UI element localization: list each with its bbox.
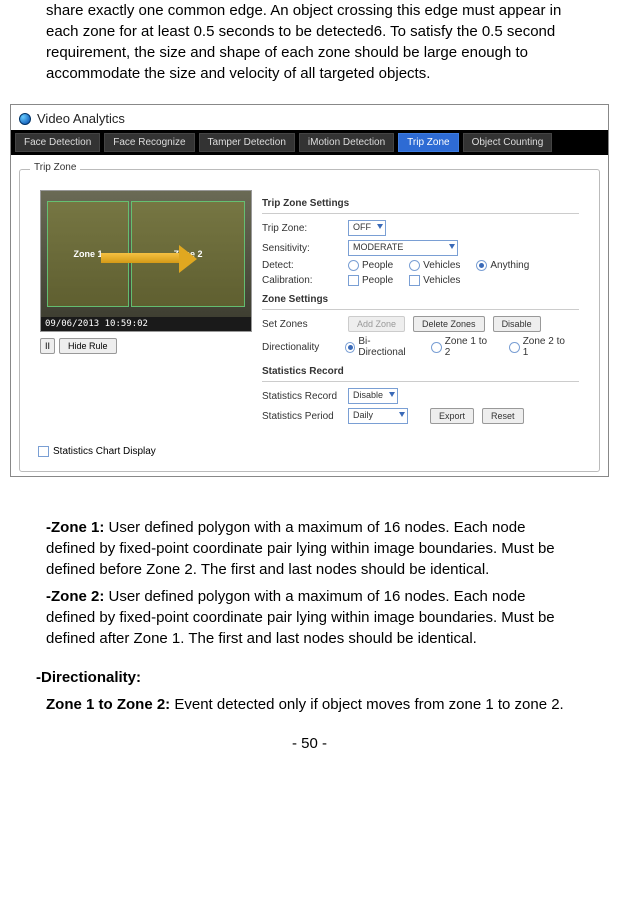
- tab-imotion-detection[interactable]: iMotion Detection: [299, 133, 394, 152]
- stats-period-select[interactable]: Daily: [348, 408, 408, 424]
- tab-face-detection[interactable]: Face Detection: [15, 133, 100, 152]
- direction-arrowhead: [179, 245, 197, 273]
- zone1-heading: -Zone 1:: [46, 519, 109, 536]
- video-timestamp: 09/06/2013 10:59:02: [41, 317, 251, 331]
- detect-people-text: People: [362, 260, 393, 271]
- cal-people-text: People: [362, 275, 393, 286]
- zone-settings-title: Zone Settings: [262, 294, 579, 305]
- checkbox-icon: [38, 446, 49, 457]
- intro-paragraph: share exactly one common edge. An object…: [10, 0, 609, 84]
- stats-chart-display-text: Statistics Chart Display: [53, 446, 156, 457]
- panel-icon: [19, 113, 31, 125]
- reset-button[interactable]: Reset: [482, 408, 524, 424]
- detect-people-radio[interactable]: People: [348, 260, 393, 271]
- pause-button[interactable]: II: [40, 338, 55, 354]
- dir-21-radio[interactable]: Zone 2 to 1: [509, 336, 571, 358]
- tab-object-counting[interactable]: Object Counting: [463, 133, 553, 152]
- dir-bi-text: Bi-Directional: [358, 336, 415, 358]
- fieldset-legend: Trip Zone: [30, 162, 80, 173]
- detect-vehicles-radio[interactable]: Vehicles: [409, 260, 460, 271]
- sensitivity-label: Sensitivity:: [262, 243, 340, 254]
- export-button[interactable]: Export: [430, 408, 474, 424]
- page-number: - 50 -: [10, 735, 609, 752]
- trip-zone-fieldset: Trip Zone Zone 1 Zone 2 09/06/2013 10:59…: [19, 169, 600, 472]
- tab-trip-zone[interactable]: Trip Zone: [398, 133, 458, 152]
- detect-label: Detect:: [262, 260, 340, 271]
- tab-bar: Face Detection Face Recognize Tamper Det…: [11, 130, 608, 155]
- set-zones-label: Set Zones: [262, 319, 340, 330]
- delete-zones-button[interactable]: Delete Zones: [413, 316, 485, 332]
- stats-chart-display-check[interactable]: Statistics Chart Display: [38, 446, 589, 457]
- detect-anything-text: Anything: [490, 260, 529, 271]
- cal-vehicles-text: Vehicles: [423, 275, 460, 286]
- stats-record-title: Statistics Record: [262, 366, 579, 377]
- tab-tamper-detection[interactable]: Tamper Detection: [199, 133, 295, 152]
- checkbox-icon: [348, 275, 359, 286]
- radio-icon: [476, 260, 487, 271]
- dir-21-text: Zone 2 to 1: [523, 336, 571, 358]
- stats-record-select[interactable]: Disable: [348, 388, 398, 404]
- cal-people-check[interactable]: People: [348, 275, 393, 286]
- dir-12-text: Zone 1 to 2: [445, 336, 493, 358]
- checkbox-icon: [409, 275, 420, 286]
- description-block: -Zone 1: User defined polygon with a max…: [10, 517, 609, 715]
- directionality-label: Directionality: [262, 342, 337, 353]
- zone2-text: User defined polygon with a maximum of 1…: [46, 588, 555, 647]
- detect-vehicles-text: Vehicles: [423, 260, 460, 271]
- zone2-heading: -Zone 2:: [46, 588, 109, 605]
- stats-period-label: Statistics Period: [262, 411, 340, 422]
- radio-icon: [509, 342, 520, 353]
- radio-icon: [409, 260, 420, 271]
- dir-12-radio[interactable]: Zone 1 to 2: [431, 336, 493, 358]
- dir-z12-text: Event detected only if object moves from…: [174, 696, 563, 713]
- tz-settings-title: Trip Zone Settings: [262, 198, 579, 209]
- directionality-heading: -Directionality:: [36, 669, 141, 686]
- video-analytics-panel: Video Analytics Face Detection Face Reco…: [10, 104, 609, 477]
- add-zone-button[interactable]: Add Zone: [348, 316, 405, 332]
- hide-rule-button[interactable]: Hide Rule: [59, 338, 117, 354]
- panel-title-text: Video Analytics: [37, 111, 125, 126]
- radio-icon: [345, 342, 356, 353]
- radio-icon: [348, 260, 359, 271]
- settings-column: Trip Zone Settings Trip Zone: OFF Sensit…: [262, 190, 579, 428]
- panel-titlebar: Video Analytics: [11, 105, 608, 130]
- cal-vehicles-check[interactable]: Vehicles: [409, 275, 460, 286]
- trip-zone-select[interactable]: OFF: [348, 220, 386, 236]
- zone-1-label: Zone 1: [73, 249, 102, 259]
- video-preview: Zone 1 Zone 2 09/06/2013 10:59:02: [40, 190, 252, 332]
- direction-arrow: [101, 253, 181, 263]
- calibration-label: Calibration:: [262, 275, 340, 286]
- detect-anything-radio[interactable]: Anything: [476, 260, 529, 271]
- tab-face-recognize[interactable]: Face Recognize: [104, 133, 194, 152]
- disable-button[interactable]: Disable: [493, 316, 541, 332]
- dir-bi-radio[interactable]: Bi-Directional: [345, 336, 415, 358]
- dir-z12-heading: Zone 1 to Zone 2:: [46, 696, 174, 713]
- zone1-text: User defined polygon with a maximum of 1…: [46, 519, 555, 578]
- stats-record-label: Statistics Record: [262, 391, 340, 402]
- sensitivity-select[interactable]: MODERATE: [348, 240, 458, 256]
- radio-icon: [431, 342, 442, 353]
- trip-zone-label: Trip Zone:: [262, 223, 340, 234]
